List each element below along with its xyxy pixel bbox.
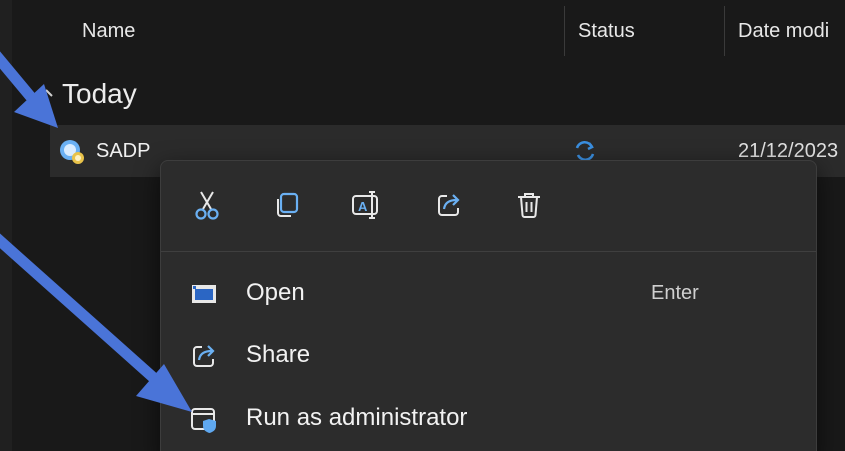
file-name: SADP: [96, 140, 151, 162]
share-button[interactable]: [429, 185, 469, 225]
column-divider[interactable]: [564, 6, 565, 56]
rename-icon: A: [352, 191, 378, 219]
column-divider[interactable]: [724, 6, 725, 56]
delete-button[interactable]: [509, 185, 549, 225]
shield-window-icon: [189, 404, 219, 434]
rename-button[interactable]: A: [347, 185, 387, 225]
open-window-icon: [189, 279, 219, 309]
menu-item-open[interactable]: Open Enter: [161, 265, 816, 321]
context-menu: A Open Enter Share Run as administrator: [160, 160, 817, 451]
copy-button[interactable]: [267, 185, 307, 225]
scissors-icon: [195, 191, 219, 220]
svg-text:A: A: [358, 199, 368, 214]
group-label: Today: [62, 78, 137, 109]
column-header-name[interactable]: Name: [82, 20, 135, 43]
group-header-today[interactable]: Today: [40, 76, 137, 112]
trash-icon: [518, 193, 540, 218]
menu-item-label: Open: [246, 279, 305, 306]
menu-item-label: Share: [246, 341, 311, 368]
column-header-date-modified[interactable]: Date modi: [738, 20, 829, 43]
sadp-app-icon: [58, 137, 86, 165]
menu-item-share[interactable]: Share: [161, 327, 816, 383]
share-icon: [438, 194, 460, 216]
quick-action-bar: A: [161, 161, 816, 251]
column-header-bar: Name Status Date modi: [12, 0, 845, 62]
copy-icon: [277, 192, 299, 217]
column-header-status[interactable]: Status: [578, 20, 635, 43]
file-explorer-window: Name Status Date modi Today SADP 21/12/2…: [0, 0, 845, 451]
chevron-down-icon[interactable]: [40, 76, 62, 112]
share-icon: [189, 341, 219, 371]
navigation-edge: [0, 0, 12, 451]
menu-divider: [161, 251, 816, 252]
cut-button[interactable]: [187, 185, 227, 225]
menu-item-run-as-administrator[interactable]: Run as administrator: [161, 390, 816, 446]
menu-item-shortcut: Enter: [651, 282, 699, 304]
menu-item-label: Run as administrator: [246, 404, 468, 431]
